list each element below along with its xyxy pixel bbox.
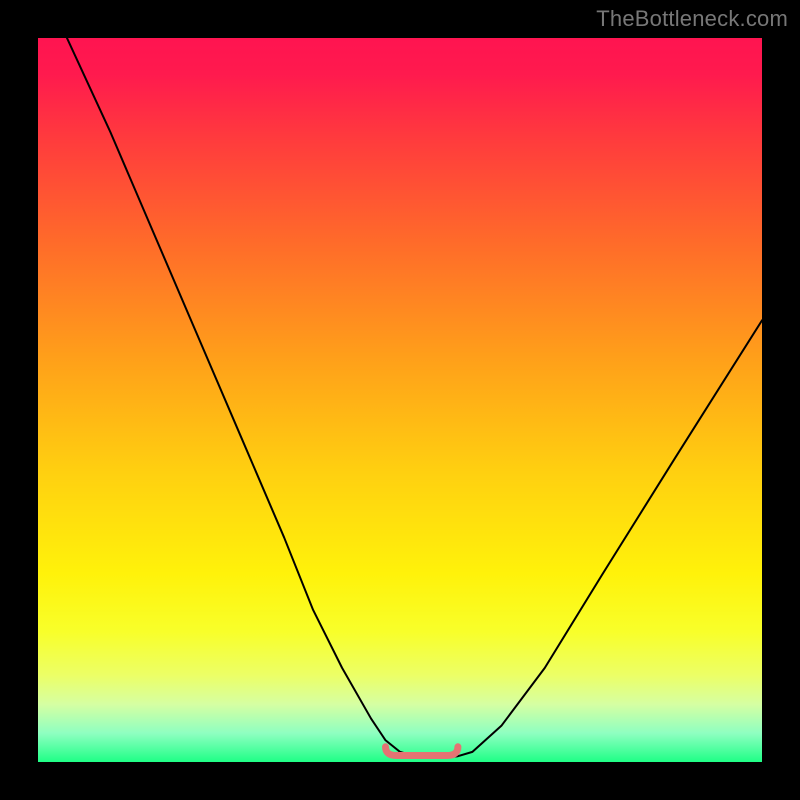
plot-area: [38, 38, 762, 762]
chart-frame: TheBottleneck.com: [0, 0, 800, 800]
watermark-text: TheBottleneck.com: [596, 6, 788, 32]
bottleneck-curve: [38, 38, 762, 762]
curve-path: [67, 38, 762, 758]
